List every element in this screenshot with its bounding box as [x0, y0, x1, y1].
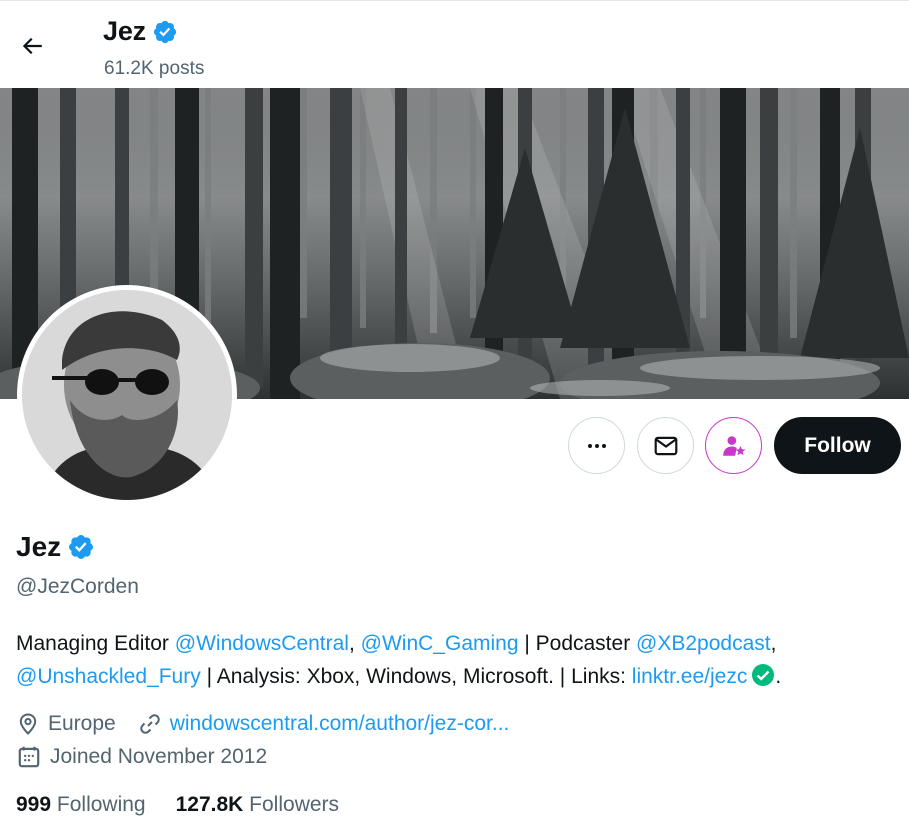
avatar[interactable] — [17, 285, 237, 505]
profile-bio: Managing Editor @WindowsCentral, @WinC_G… — [16, 627, 896, 693]
more-dots-icon — [587, 443, 606, 448]
bio-text: , — [770, 632, 777, 655]
bio-text: | Analysis: Xbox, Windows, Microsoft. | … — [200, 665, 632, 688]
joined-text: Joined November 2012 — [50, 745, 268, 768]
following-count: 999 — [16, 793, 52, 816]
header-title: Jez — [103, 16, 178, 47]
joined-item: Joined November 2012 — [16, 744, 267, 770]
profile-name-row: Jez — [16, 531, 95, 563]
mention-link[interactable]: @WindowsCentral — [175, 632, 349, 655]
header-name: Jez — [103, 16, 146, 46]
mention-link[interactable]: @Unshackled_Fury — [16, 665, 201, 688]
arrow-left-icon — [22, 37, 42, 55]
location-item: Europe — [16, 712, 116, 736]
post-count: 61.2K posts — [104, 58, 205, 79]
subscribe-user-star-icon — [722, 435, 745, 456]
website-link[interactable]: windowscentral.com/author/jez-cor... — [170, 712, 510, 736]
bio-text: . — [775, 665, 782, 688]
envelope-icon — [654, 436, 677, 455]
profile-header: Jez 61.2K posts — [0, 4, 909, 88]
followers-count: 127.8K — [175, 793, 244, 816]
following-label: Following — [56, 793, 146, 816]
location-pin-icon — [19, 713, 37, 735]
bio-text: Managing Editor — [16, 632, 175, 655]
bio-text: , — [348, 632, 361, 655]
mention-link[interactable]: @WinC_Gaming — [361, 632, 519, 655]
follow-button[interactable]: Follow — [774, 417, 901, 474]
location-text: Europe — [48, 712, 116, 735]
follow-stats: 999 Following 127.8K Followers — [16, 793, 369, 817]
link-icon — [139, 714, 160, 734]
followers-label: Followers — [249, 793, 340, 816]
profile-handle: @JezCorden — [16, 575, 139, 598]
green-check-icon — [752, 664, 775, 686]
person-portrait-image — [22, 290, 232, 500]
mention-link[interactable]: @XB2podcast — [636, 632, 771, 655]
bio-external-link[interactable]: linktr.ee/jezc — [632, 665, 748, 688]
profile-meta: Europe windowscentral.com/author/jez-cor… — [16, 712, 531, 736]
avatar-photo — [22, 290, 232, 500]
back-button[interactable] — [12, 26, 52, 66]
more-options-button[interactable] — [568, 417, 625, 474]
verified-badge-icon[interactable] — [67, 533, 95, 561]
bio-text: | Podcaster — [518, 632, 637, 655]
followers-stat[interactable]: 127.8K Followers — [176, 793, 339, 817]
website-item[interactable]: windowscentral.com/author/jez-cor... — [138, 712, 510, 736]
verified-badge-icon — [153, 20, 177, 43]
calendar-icon — [18, 746, 40, 768]
following-stat[interactable]: 999 Following — [16, 793, 146, 817]
profile-name: Jez — [16, 531, 62, 562]
subscribe-button[interactable] — [705, 417, 762, 474]
message-button[interactable] — [637, 417, 694, 474]
